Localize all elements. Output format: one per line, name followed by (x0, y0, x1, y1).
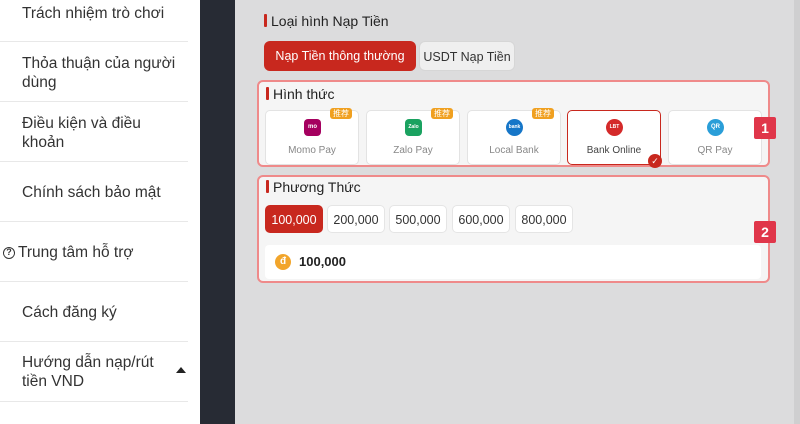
payment-option-bank-online[interactable]: LBT Bank Online ✓ (567, 110, 662, 168)
payment-option-qr-pay[interactable]: QR QR Pay (668, 110, 762, 165)
bank-online-logo-icon: LBT (606, 119, 623, 136)
sidebar-item-label: Điều kiện và điều khoản (22, 115, 141, 151)
amount-option-100000[interactable]: 100,000 (265, 205, 323, 233)
step-1-badge: 1 (754, 117, 776, 139)
selected-check-icon: ✓ (648, 154, 662, 168)
coin-icon: đ (275, 254, 291, 270)
sidebar-item-privacy[interactable]: Chính sách bảo mật (0, 162, 188, 222)
momo-logo-icon: mo mo (304, 119, 321, 147)
amount-title: Phương Thức (266, 179, 361, 195)
payment-option-label: Momo Pay (288, 145, 336, 156)
sidebar-item-label: Hướng dẫn nạp/rút tiền VND (22, 354, 154, 390)
deposit-type-title: Loại hình Nạp Tiền (264, 13, 389, 29)
sidebar-item-user-agreement[interactable]: Thỏa thuận của người dùng (0, 42, 188, 102)
tab-usdt-deposit[interactable]: USDT Nạp Tiền (419, 41, 515, 71)
amount-input[interactable]: đ 100,000 (265, 245, 761, 279)
amount-option-200000[interactable]: 200,000 (327, 205, 385, 233)
sidebar: Trách nhiệm trò chơi Thỏa thuận của ngườ… (0, 0, 200, 424)
qr-pay-logo-icon: QR (707, 119, 724, 136)
tab-normal-deposit[interactable]: Nạp Tiền thông thường (264, 41, 416, 71)
amount-option-500000[interactable]: 500,000 (389, 205, 447, 233)
sidebar-item-terms[interactable]: Điều kiện và điều khoản (0, 102, 188, 162)
deposit-main: Loại hình Nạp Tiền Nạp Tiền thông thường… (235, 0, 800, 424)
step-2-badge: 2 (754, 221, 776, 243)
sidebar-item-deposit-withdraw-guide[interactable]: Hướng dẫn nạp/rút tiền VND (0, 342, 188, 402)
recommended-badge: 推荐 (330, 108, 352, 119)
payment-option-label: QR Pay (697, 145, 733, 156)
payment-option-label: Local Bank (489, 145, 539, 156)
payment-option-local-bank[interactable]: 推荐 bank Local Bank (467, 108, 561, 165)
amount-option-800000[interactable]: 800,000 (515, 205, 573, 233)
sidebar-item-label: Trung tâm hỗ trợ (18, 244, 134, 261)
payment-method-title: Hình thức (266, 86, 335, 102)
sidebar-item-register-guide[interactable]: Cách đăng ký (0, 282, 188, 342)
scrollbar-track[interactable] (794, 0, 800, 424)
payment-method-panel: Hình thức 推荐 mo mo Momo Pay 推荐 Zalo pay … (257, 80, 770, 168)
zalo-logo-icon: Zalo pay (405, 119, 422, 147)
amount-value: 100,000 (299, 254, 346, 269)
recommended-badge: 推荐 (431, 108, 453, 119)
sidebar-divider (200, 0, 235, 424)
sidebar-item-label: Chính sách bảo mật (22, 184, 161, 201)
payment-option-zalo[interactable]: 推荐 Zalo pay Zalo Pay (366, 108, 460, 165)
amount-panel: Phương Thức 100,000 200,000 500,000 600,… (257, 175, 770, 283)
bank-building-icon: bank (506, 119, 523, 136)
sidebar-item-label: Cách đăng ký (22, 304, 117, 321)
caret-up-icon[interactable] (176, 367, 186, 373)
sidebar-item-label: Thỏa thuận của người dùng (22, 55, 176, 91)
payment-option-label: Zalo Pay (393, 145, 433, 156)
help-circle-icon: ? (3, 247, 15, 259)
sidebar-item-support[interactable]: ? Trung tâm hỗ trợ (0, 222, 188, 282)
payment-option-momo[interactable]: 推荐 mo mo Momo Pay (265, 108, 359, 165)
recommended-badge: 推荐 (532, 108, 554, 119)
sidebar-item-label: Trách nhiệm trò chơi (22, 5, 165, 22)
amount-option-600000[interactable]: 600,000 (452, 205, 510, 233)
sidebar-item-responsible-gaming[interactable]: Trách nhiệm trò chơi (0, 0, 188, 42)
payment-option-label: Bank Online (586, 145, 642, 156)
